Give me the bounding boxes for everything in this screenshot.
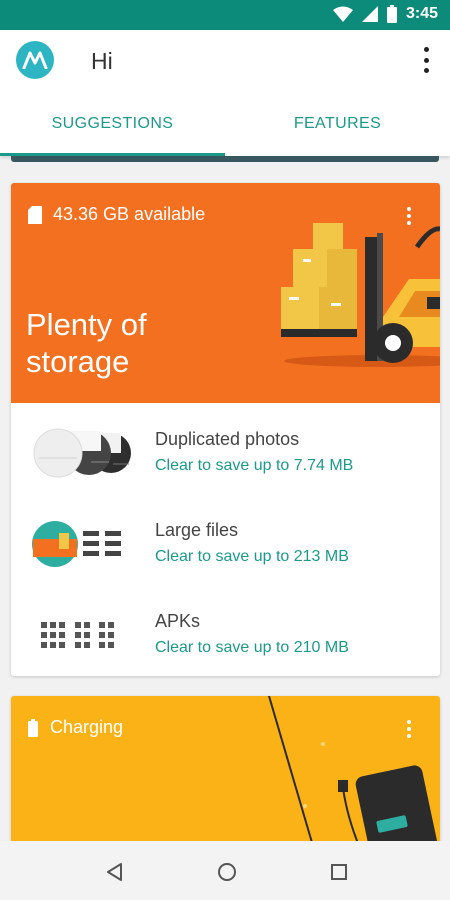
phone-charging-illustration <box>268 696 439 846</box>
duplicated-photos-detail: Clear to save up to 7.74 MB <box>155 457 354 474</box>
storage-card[interactable]: 43.36 GB available Plenty of storage Dup… <box>11 183 440 676</box>
duplicate-photos-icon <box>33 428 131 478</box>
sd-card-icon <box>28 205 42 224</box>
previous-card-edge <box>11 156 439 162</box>
storage-available-label: 43.36 GB available <box>53 204 206 224</box>
wifi-icon <box>332 6 353 22</box>
home-icon[interactable] <box>216 861 238 883</box>
apk-files-icon <box>41 622 114 648</box>
app-title: Hi <box>91 48 113 74</box>
apks-detail: Clear to save up to 210 MB <box>155 639 349 656</box>
large-files-title: Large files <box>155 520 239 540</box>
storage-available: 43.36 GB available <box>28 204 205 225</box>
storage-headline-line2: storage <box>26 344 130 379</box>
large-files-row[interactable]: Large files Clear to save up to 213 MB <box>11 496 440 586</box>
storage-card-header: 43.36 GB available Plenty of storage <box>11 183 440 403</box>
charging-label: Charging <box>50 717 124 737</box>
storage-headline: Plenty of storage <box>26 306 216 380</box>
duplicated-photos-title: Duplicated photos <box>155 429 300 449</box>
charging-header: Charging <box>28 717 123 738</box>
duplicated-photos-row[interactable]: Duplicated photos Clear to save up to 7.… <box>11 405 440 495</box>
overflow-menu-icon[interactable] <box>420 47 432 73</box>
navigation-bar <box>0 841 450 900</box>
charging-card[interactable]: Charging <box>11 696 440 846</box>
status-time: 3:45 <box>405 5 438 22</box>
tab-bar: SUGGESTIONS FEATURES <box>0 92 450 156</box>
apks-row[interactable]: APKs Clear to save up to 210 MB <box>11 587 440 676</box>
large-files-detail: Clear to save up to 213 MB <box>155 548 349 565</box>
storage-headline-line1: Plenty of <box>26 307 147 342</box>
forklift-illustration <box>281 223 440 367</box>
status-bar: 3:45 <box>0 0 450 30</box>
battery-icon <box>386 5 397 23</box>
battery-charging-icon <box>28 718 38 737</box>
tab-features[interactable]: FEATURES <box>225 92 450 156</box>
back-icon[interactable] <box>104 861 126 883</box>
signal-icon <box>361 6 378 22</box>
motorola-logo[interactable] <box>16 41 54 79</box>
app-bar: Hi <box>0 30 450 92</box>
recents-icon[interactable] <box>328 861 350 883</box>
tab-suggestions[interactable]: SUGGESTIONS <box>0 92 225 156</box>
apks-title: APKs <box>155 611 201 631</box>
large-files-icon <box>32 521 121 567</box>
